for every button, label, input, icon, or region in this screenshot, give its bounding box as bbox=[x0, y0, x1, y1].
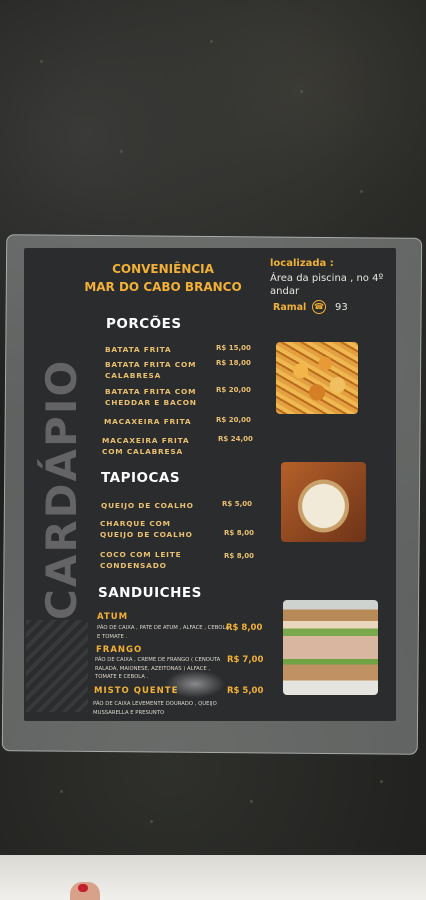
menu-item-price: R$ 20,00 bbox=[216, 386, 251, 394]
light-glare bbox=[165, 670, 225, 698]
sandwich-photo bbox=[283, 600, 378, 695]
menu-item-price: R$ 15,00 bbox=[216, 344, 251, 352]
decorative-stripes bbox=[26, 620, 88, 712]
menu-item-price: R$ 18,00 bbox=[216, 359, 251, 367]
menu-title-line1: CONVENIÊNCIA bbox=[112, 262, 214, 276]
menu-item-name: MACAXEIRA FRITA COM CALABRESA bbox=[102, 436, 190, 456]
menu-item-name: COCO COM LEITE CONDENSADO bbox=[100, 550, 182, 570]
menu-item-price: R$ 8,00 bbox=[224, 529, 254, 537]
granite-speck bbox=[300, 90, 303, 93]
granite-speck bbox=[150, 820, 153, 823]
granite-speck bbox=[40, 60, 43, 63]
fries-photo bbox=[276, 342, 358, 414]
menu-item-price: R$ 20,00 bbox=[216, 416, 251, 424]
granite-speck bbox=[60, 790, 63, 793]
location-text: Área da piscina , no 4º andar bbox=[270, 273, 384, 297]
location-label: localizada : bbox=[270, 258, 334, 269]
menu-item-price: R$ 8,00 bbox=[224, 552, 254, 560]
granite-speck bbox=[360, 190, 363, 193]
menu-item-price: R$ 24,00 bbox=[218, 435, 253, 443]
section-porcoes: PORCÕES bbox=[106, 316, 182, 332]
sandwich-description: PÃO DE CAIXA , PATE DE ATUM , ALFACE , C… bbox=[97, 625, 230, 640]
granite-speck bbox=[380, 780, 383, 783]
sandwich-name: ATUM bbox=[97, 612, 129, 622]
sandwich-price: R$ 8,00 bbox=[226, 623, 263, 633]
floor bbox=[0, 855, 426, 900]
menu-item-name: BATATA FRITA bbox=[105, 345, 172, 354]
granite-speck bbox=[250, 800, 253, 803]
menu-item-name: QUEIJO DE COALHO bbox=[101, 501, 194, 510]
sandwich-description: PÃO DE CAIXA LEVEMENTE DOURADO , QUEIJO … bbox=[93, 701, 217, 716]
menu-item-price: R$ 5,00 bbox=[222, 500, 252, 508]
tapioca-photo bbox=[281, 462, 366, 542]
section-tapiocas: TAPIOCAS bbox=[101, 470, 181, 486]
menu-title-line2: MAR DO CABO BRANCO bbox=[84, 280, 242, 294]
ramal-number: 93 bbox=[335, 302, 348, 313]
granite-speck bbox=[210, 40, 213, 43]
menu-item-name: BATATA FRITA COM CHEDDAR E BACON bbox=[105, 387, 197, 407]
menu-item-name: MACAXEIRA FRITA bbox=[104, 417, 192, 426]
granite-speck bbox=[120, 150, 123, 153]
toenail bbox=[78, 884, 88, 892]
toe bbox=[70, 882, 100, 900]
sandwich-price: R$ 5,00 bbox=[227, 686, 264, 696]
ramal-label: Ramal bbox=[273, 302, 307, 313]
menu-item-name: BATATA FRITA COM CALABRESA bbox=[105, 360, 197, 380]
section-sanduiches: SANDUICHES bbox=[98, 585, 202, 601]
sandwich-name: FRANGO bbox=[96, 645, 143, 655]
sandwich-price: R$ 7,00 bbox=[227, 655, 264, 665]
cardapio-side-title: CARDÁPIO bbox=[37, 358, 86, 620]
menu-item-name: CHARQUE COM QUEIJO DE COALHO bbox=[100, 519, 193, 539]
phone-icon: ☎ bbox=[312, 300, 326, 314]
